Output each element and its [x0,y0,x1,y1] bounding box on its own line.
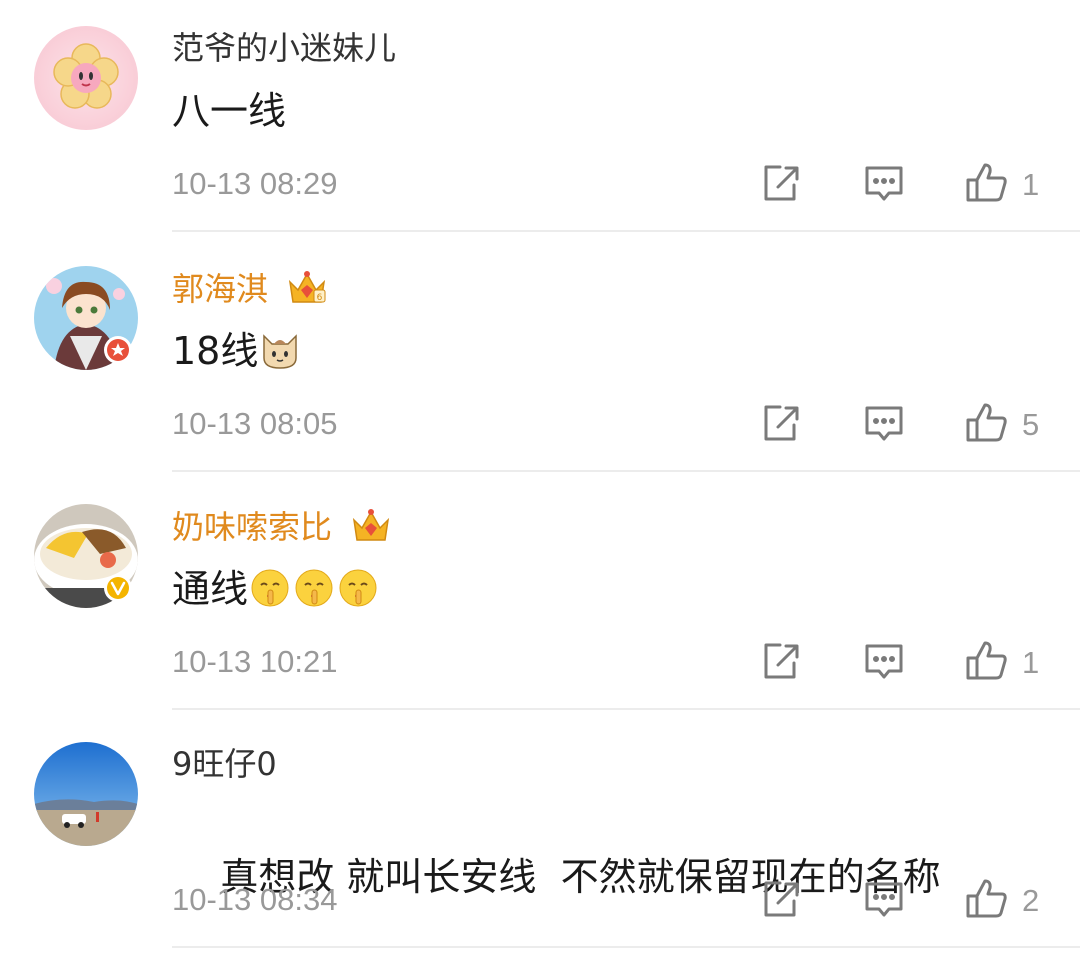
timestamp: 10-13 08:29 [172,166,338,201]
thumbs-up-icon [964,400,1010,450]
reply-button[interactable] [862,876,906,926]
comment-text: 通线 [172,564,380,622]
reply-button[interactable] [862,638,906,688]
comment-item: 奶味嗦索比 通线 10-13 10:21 1 [0,478,1080,716]
timestamp: 10-13 08:05 [172,406,338,441]
username-text[interactable]: 范爷的小迷妹儿 [172,29,396,67]
avatar[interactable] [34,266,138,370]
like-count: 1 [1022,167,1040,202]
comment-icon [862,161,906,209]
shushing-face-emoji [336,566,380,622]
like-button[interactable]: 5 [964,400,1039,450]
avatar[interactable] [34,504,138,608]
shushing-face-emoji [292,566,336,622]
vip-crown-icon [350,506,392,553]
username-text[interactable]: 9旺仔0 [172,745,277,783]
comment-text: 八一线 [172,86,286,136]
shushing-face-emoji [248,566,292,622]
username[interactable]: 范爷的小迷妹儿 [172,28,396,68]
share-button[interactable] [758,400,802,450]
comment-icon [862,639,906,687]
timestamp: 10-13 10:21 [172,644,338,679]
reply-button[interactable] [862,400,906,450]
divider [172,708,1080,710]
cat-face-emoji [258,328,302,384]
username[interactable]: 奶味嗦索比 [172,506,392,553]
thumbs-up-icon [964,160,1010,210]
comment-text: 18线 [172,326,302,384]
username-text[interactable]: 郭海淇 [172,270,268,308]
reply-button[interactable] [862,160,906,210]
avatar[interactable] [34,742,138,846]
comment-text: 真想改 就叫长安线 不然就保留现在的名称 [172,802,940,952]
like-count: 2 [1022,883,1040,918]
avatar[interactable] [34,26,138,130]
comment-item: 9旺仔0 真想改 就叫长安线 不然就保留现在的名称 10-13 08:34 2 [0,716,1080,954]
share-icon [758,161,802,209]
comment-text-body: 通线 [172,567,249,611]
divider [172,946,1080,948]
share-button[interactable] [758,638,802,688]
like-count: 5 [1022,407,1040,442]
share-icon [758,401,802,449]
comment-item: 范爷的小迷妹儿 八一线 10-13 08:29 1 [0,0,1080,238]
share-icon [758,639,802,687]
like-button[interactable]: 1 [964,160,1039,210]
username-text[interactable]: 奶味嗦索比 [172,508,332,546]
comment-icon [862,401,906,449]
thumbs-up-icon [964,876,1010,926]
vip-crown-icon: 6 [286,268,328,315]
divider [172,470,1080,472]
thumbs-up-icon [964,638,1010,688]
share-button[interactable] [758,876,802,926]
like-button[interactable]: 2 [964,876,1039,926]
comment-text-body: 八一线 [172,89,287,133]
comment-icon [862,877,906,925]
like-count: 1 [1022,645,1040,680]
like-button[interactable]: 1 [964,638,1039,688]
comment-item: 郭海淇 6 18线 10-13 08:05 5 [0,240,1080,478]
share-icon [758,877,802,925]
comment-text-body: 18线 [172,329,259,373]
username[interactable]: 郭海淇 6 [172,268,328,315]
username[interactable]: 9旺仔0 [172,744,277,784]
svg-text:6: 6 [317,293,323,303]
share-button[interactable] [758,160,802,210]
timestamp: 10-13 08:34 [172,882,338,917]
divider [172,230,1080,232]
